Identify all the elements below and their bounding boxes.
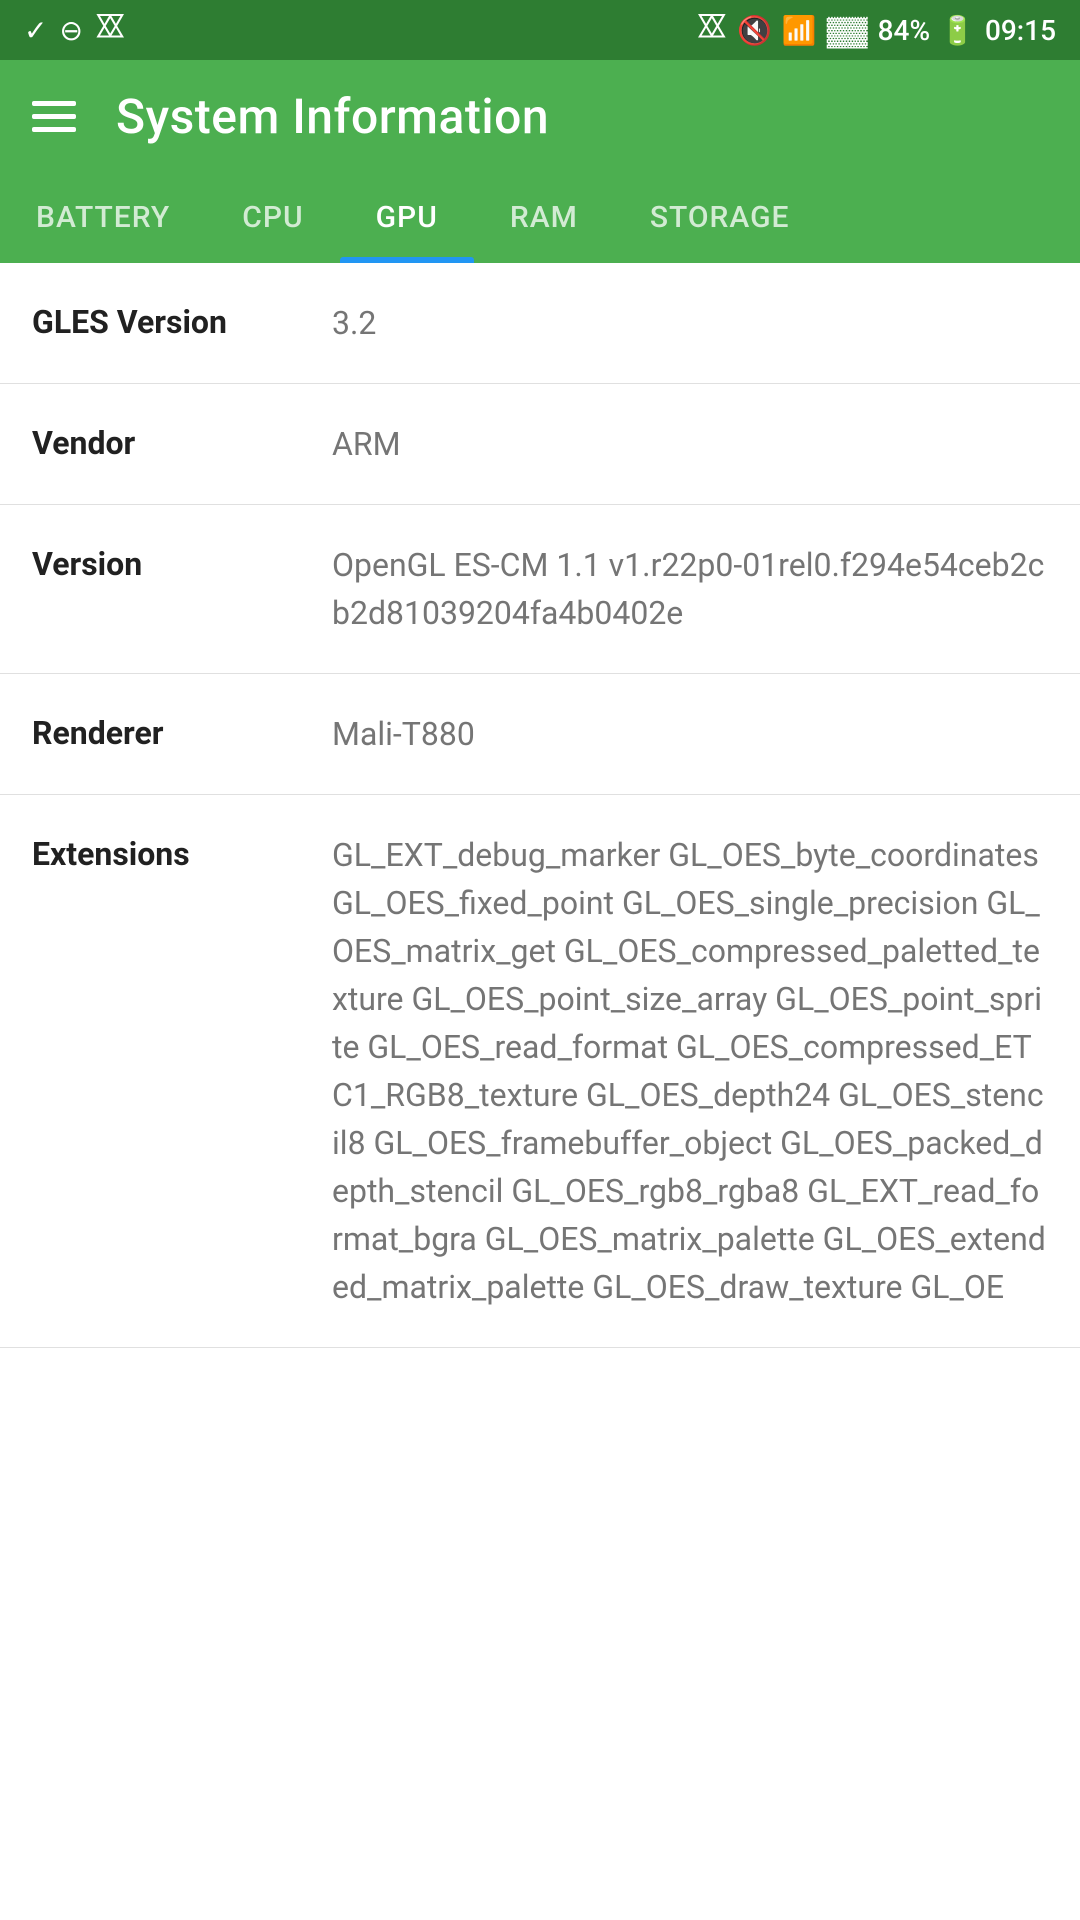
wifi-icon: 📶	[782, 14, 817, 47]
tab-battery[interactable]: BATTERY	[0, 172, 206, 263]
tab-cpu[interactable]: CPU	[206, 172, 339, 263]
mute-icon: 🔇	[737, 14, 772, 47]
renderer-label: Renderer	[32, 710, 332, 752]
toolbar: System Information	[0, 60, 1080, 172]
gpu-info-content: GLES Version 3.2 Vendor ARM Version Open…	[0, 263, 1080, 1348]
bluetooth-status-icon: ⯴	[697, 6, 727, 54]
notification-icon-2: ⊖	[59, 14, 82, 47]
version-value: OpenGL ES-CM 1.1 v1.r22p0-01rel0.f294e54…	[332, 541, 1048, 637]
vendor-value: ARM	[332, 420, 1048, 468]
status-left-icons: ✓ ⊖ ⯴	[24, 6, 125, 54]
battery-label: 84%	[878, 14, 930, 47]
status-right-icons: ⯴ 🔇 📶 ▓▓ 84% 🔋 09:15	[697, 6, 1056, 54]
signal-icon: ▓▓	[827, 14, 868, 47]
gles-version-row: GLES Version 3.2	[0, 263, 1080, 384]
tab-bar: BATTERY CPU GPU RAM STORAGE	[0, 172, 1080, 263]
notification-icon-1: ✓	[24, 14, 47, 47]
battery-icon: 🔋	[940, 14, 975, 47]
renderer-value: Mali-T880	[332, 710, 1048, 758]
tab-ram[interactable]: RAM	[474, 172, 614, 263]
gles-version-label: GLES Version	[32, 299, 332, 341]
renderer-row: Renderer Mali-T880	[0, 674, 1080, 795]
vendor-row: Vendor ARM	[0, 384, 1080, 505]
extensions-row: Extensions GL_EXT_debug_marker GL_OES_by…	[0, 795, 1080, 1348]
version-label: Version	[32, 541, 332, 583]
bluetooth-icon: ⯴	[95, 6, 125, 54]
vendor-label: Vendor	[32, 420, 332, 462]
time-label: 09:15	[985, 14, 1056, 47]
toolbar-title: System Information	[116, 88, 549, 145]
extensions-value: GL_EXT_debug_marker GL_OES_byte_coordina…	[332, 831, 1048, 1311]
tab-gpu[interactable]: GPU	[340, 172, 474, 263]
gles-version-value: 3.2	[332, 299, 1048, 347]
tab-storage[interactable]: STORAGE	[614, 172, 826, 263]
menu-button[interactable]	[32, 101, 76, 132]
version-row: Version OpenGL ES-CM 1.1 v1.r22p0-01rel0…	[0, 505, 1080, 674]
status-bar: ✓ ⊖ ⯴ ⯴ 🔇 📶 ▓▓ 84% 🔋 09:15	[0, 0, 1080, 60]
extensions-label: Extensions	[32, 831, 332, 873]
